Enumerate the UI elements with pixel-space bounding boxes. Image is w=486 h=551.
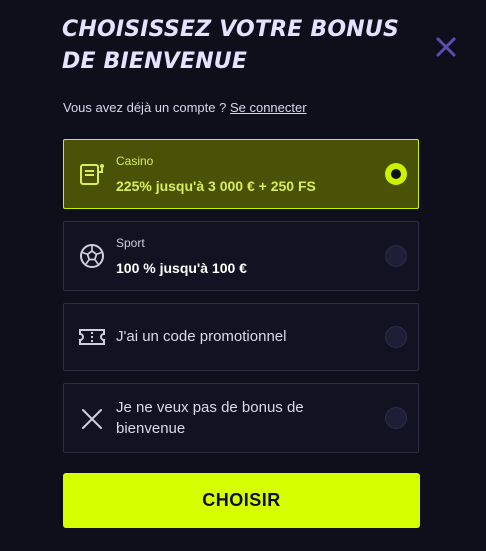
sport-offer: 100 % jusqu'à 100 €	[116, 260, 247, 276]
bonus-option-sport[interactable]: Sport 100 % jusqu'à 100 €	[63, 221, 419, 291]
slot-machine-icon	[80, 164, 104, 185]
login-link[interactable]: Se connecter	[230, 100, 307, 115]
sport-radio[interactable]	[385, 245, 407, 267]
ticket-icon	[79, 329, 105, 345]
sport-label: Sport	[116, 236, 145, 250]
soccer-ball-icon	[80, 244, 104, 268]
promo-code-label: J'ai un code promotionnel	[116, 328, 287, 345]
choose-button[interactable]: CHOISIR	[63, 473, 420, 528]
cross-icon	[82, 409, 102, 429]
login-prompt: Vous avez déjà un compte ? Se connecter	[63, 100, 307, 115]
no-bonus-label: Je ne veux pas de bonus de bienvenue	[116, 399, 304, 437]
modal-title: CHOISISSEZ VOTRE BONUS DE BIENVENUE	[62, 17, 399, 74]
casino-radio[interactable]	[385, 163, 407, 185]
casino-offer: 225% jusqu'à 3 000 € + 250 FS	[116, 178, 316, 194]
bonus-option-casino[interactable]: Casino 225% jusqu'à 3 000 € + 250 FS	[63, 139, 419, 209]
bonus-option-none[interactable]: Je ne veux pas de bonus de bienvenue	[63, 383, 419, 453]
promo-code-radio[interactable]	[385, 326, 407, 348]
welcome-bonus-modal: CHOISISSEZ VOTRE BONUS DE BIENVENUE Vous…	[0, 0, 486, 551]
bonus-option-promo-code[interactable]: J'ai un code promotionnel	[63, 303, 419, 371]
casino-label: Casino	[116, 154, 154, 168]
close-icon[interactable]	[433, 34, 459, 60]
no-bonus-radio[interactable]	[385, 407, 407, 429]
login-prompt-text: Vous avez déjà un compte ?	[63, 100, 230, 115]
